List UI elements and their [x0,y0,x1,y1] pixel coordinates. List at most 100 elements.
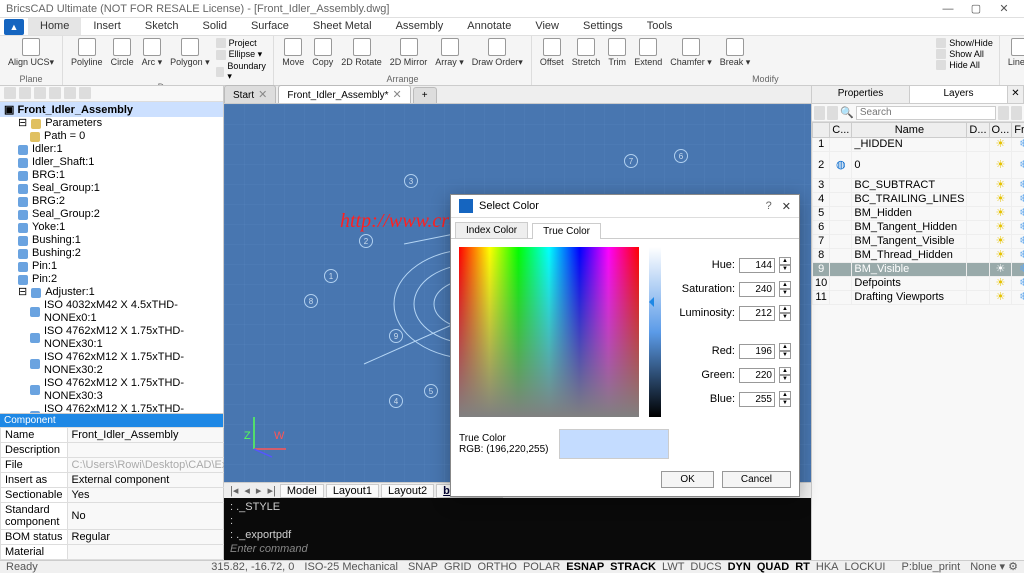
ribbon-offset[interactable]: Offset [538,38,566,67]
tree-node[interactable]: Bushing:1 [0,234,223,247]
doc-tab[interactable]: Front_Idler_Assembly*✕ [278,85,410,103]
layer-row[interactable]: 6BM_Tangent_Hidden☀❄🔒 White [813,221,1024,235]
panel-tool-icon[interactable] [64,87,76,99]
ribbon-small-icon[interactable] [777,39,791,51]
ribbon-polygon-[interactable]: Polygon ▾ [168,38,212,68]
panel-tab-layers[interactable]: Layers [910,86,1008,103]
menu-view[interactable]: View [523,18,571,35]
prop-value[interactable]: C:\Users\Rowi\Desktop\CAD\Excav [67,458,249,473]
callout-6[interactable]: 6 [674,149,688,163]
callout-3[interactable]: 3 [404,174,418,188]
callout-7[interactable]: 7 [624,154,638,168]
tree-node[interactable]: ISO 4762xM12 X 1.75xTHD-NONEx30:2 [0,351,223,377]
ribbon-small-icon[interactable] [897,39,911,51]
status-toggle-snap[interactable]: SNAP [408,561,438,573]
saturation-input[interactable] [739,282,775,297]
color-tab-index-color[interactable]: Index Color [455,222,528,238]
tree-node[interactable]: Pin:2 [0,273,223,286]
layout-tab-model[interactable]: Model [280,484,324,498]
layer-option-icon[interactable] [1011,106,1022,120]
panel-tool-icon[interactable] [4,87,16,99]
status-iso[interactable]: ISO-25 Mechanical [304,561,398,573]
menu-surface[interactable]: Surface [239,18,301,35]
close-button[interactable]: ✕ [990,2,1018,15]
layer-row[interactable]: 2◍0☀❄🔒 RGB:196 [813,152,1024,179]
blue-input[interactable] [739,392,775,407]
ribbon-extend[interactable]: Extend [632,38,664,67]
dialog-help-button[interactable]: ? [766,200,772,212]
prop-value[interactable]: No [67,503,249,530]
menu-sketch[interactable]: Sketch [133,18,191,35]
panel-tool-icon[interactable] [34,87,46,99]
layer-row[interactable]: 1_HIDDEN☀❄🔒 White [813,138,1024,152]
red-input[interactable] [739,344,775,359]
status-tail[interactable]: None ▾ ⚙ [970,560,1018,573]
menu-settings[interactable]: Settings [571,18,635,35]
menu-sheet metal[interactable]: Sheet Metal [301,18,384,35]
ribbon-small-icon[interactable] [877,39,891,51]
tree-node[interactable]: ⊟ Adjuster:1 [0,286,223,299]
ribbon-arc-[interactable]: Arc ▾ [140,38,165,68]
slider-thumb-icon[interactable] [644,297,654,307]
tree-node[interactable]: Idler_Shaft:1 [0,156,223,169]
callout-9[interactable]: 9 [389,329,403,343]
app-icon[interactable]: ▲ [4,19,24,35]
ribbon-draw-order-[interactable]: Draw Order▾ [470,38,525,68]
ribbon-2d-mirror[interactable]: 2D Mirror [388,38,430,67]
maximize-button[interactable]: ▢ [962,2,990,15]
prop-value[interactable]: External component [67,473,249,488]
spinner[interactable]: ▲▼ [779,305,791,321]
layer-row[interactable]: 5BM_Hidden☀❄🔒 White [813,207,1024,221]
hue-input[interactable] [739,258,775,273]
status-toggle-ortho[interactable]: ORTHO [477,561,517,573]
ribbon-linear[interactable]: Linear [1006,38,1024,67]
ribbon-extra[interactable]: Boundary ▾ [216,61,268,82]
ribbon-align-ucs-[interactable]: Align UCS▾ [6,38,56,68]
callout-8[interactable]: 8 [304,294,318,308]
layer-row[interactable]: 4BC_TRAILING_LINES☀❄🔒 White [813,193,1024,207]
assembly-tree[interactable]: ▣ Front_Idler_Assembly⊟ Parameters Path … [0,102,223,413]
status-toggle-ducs[interactable]: DUCS [690,561,721,573]
tab-nav-prev[interactable]: ◂ [242,484,252,497]
tab-close-icon[interactable]: ✕ [393,89,402,101]
callout-5[interactable]: 5 [424,384,438,398]
ribbon-polyline[interactable]: Polyline [69,38,105,67]
status-toggle-grid[interactable]: GRID [444,561,472,573]
ribbon-side[interactable]: Show/Hide [936,38,993,48]
ribbon-extra[interactable]: Ellipse ▾ [216,49,268,60]
menu-annotate[interactable]: Annotate [455,18,523,35]
tree-node[interactable]: Path = 0 [0,130,223,143]
command-console[interactable]: : ._STYLE:: ._exportpdfEnter command [224,498,811,560]
ribbon-copy[interactable]: Copy [310,38,335,67]
tree-node[interactable]: BRG:2 [0,195,223,208]
prop-value[interactable]: Yes [67,488,249,503]
panel-close-icon[interactable]: ✕ [1008,86,1024,103]
tree-node[interactable]: ISO 4762xM12 X 1.75xTHD-NONEx30:3 [0,377,223,403]
ribbon-2d-rotate[interactable]: 2D Rotate [339,38,384,67]
color-tab-true-color[interactable]: True Color [532,223,601,239]
menu-insert[interactable]: Insert [81,18,133,35]
spinner[interactable]: ▲▼ [779,257,791,273]
status-toggle-rt[interactable]: RT [795,561,810,573]
layer-row[interactable]: 11Drafting Viewports☀❄🔒 White [813,291,1024,305]
layer-option-icon[interactable] [998,106,1009,120]
ribbon-break-[interactable]: Break ▾ [718,38,753,68]
status-pline[interactable]: P:blue_print [901,561,960,573]
tree-node[interactable]: ISO 4032xM42 X 4.5xTHD-NONEx0:1 [0,299,223,325]
layout-tab-layout2[interactable]: Layout2 [381,484,434,498]
layer-row[interactable]: 8BM_Thread_Hidden☀❄🔒 White [813,249,1024,263]
green-input[interactable] [739,368,775,383]
cancel-button[interactable]: Cancel [722,471,791,488]
spinner[interactable]: ▲▼ [779,343,791,359]
ribbon-side[interactable]: Show All [936,49,993,59]
ribbon-small-icon[interactable] [757,39,771,51]
tree-node[interactable]: Seal_Group:2 [0,208,223,221]
layer-row[interactable]: 10Defpoints☀❄🔒 White [813,277,1024,291]
ribbon-stretch[interactable]: Stretch [570,38,603,67]
layer-search-input[interactable] [856,106,996,120]
tree-node[interactable]: ⊟ Parameters [0,117,223,130]
ribbon-small-icon[interactable] [917,39,931,51]
spinner[interactable]: ▲▼ [779,367,791,383]
ribbon-circle[interactable]: Circle [109,38,136,67]
tree-node[interactable]: Seal_Group:1 [0,182,223,195]
